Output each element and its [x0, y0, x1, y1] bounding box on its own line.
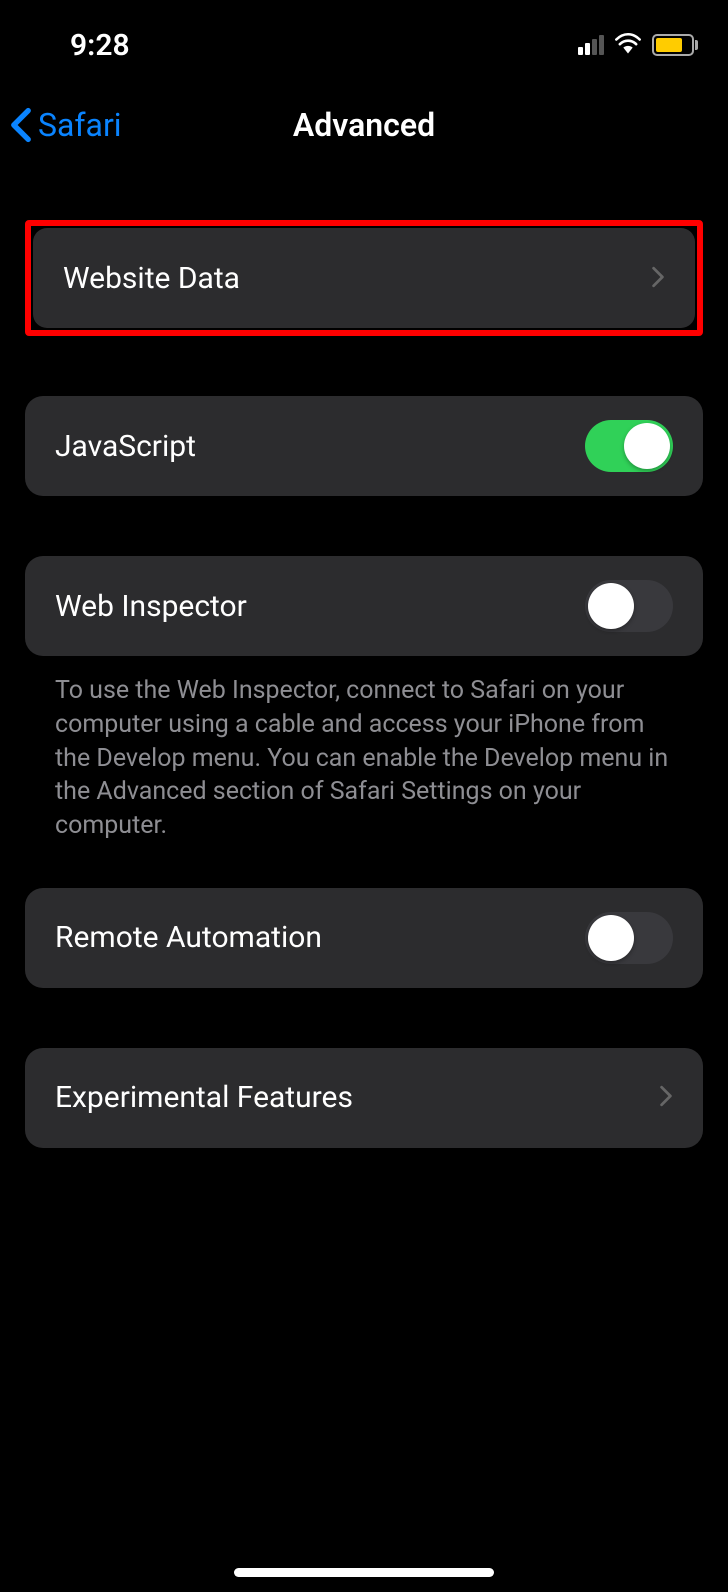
back-label: Safari — [38, 106, 122, 144]
javascript-label: JavaScript — [55, 429, 196, 464]
chevron-right-icon — [651, 262, 665, 295]
chevron-right-icon — [659, 1081, 673, 1114]
remote-automation-row[interactable]: Remote Automation — [25, 888, 703, 988]
wifi-icon — [614, 32, 642, 58]
status-icons — [578, 32, 698, 58]
web-inspector-toggle[interactable] — [585, 580, 673, 632]
web-inspector-row[interactable]: Web Inspector — [25, 556, 703, 656]
website-data-row[interactable]: Website Data — [33, 228, 695, 328]
remote-automation-label: Remote Automation — [55, 920, 322, 955]
javascript-toggle[interactable] — [585, 420, 673, 472]
highlight-annotation: Website Data — [25, 220, 703, 336]
website-data-label: Website Data — [63, 261, 240, 296]
experimental-features-label: Experimental Features — [55, 1080, 353, 1115]
experimental-features-row[interactable]: Experimental Features — [25, 1048, 703, 1148]
navigation-bar: Safari Advanced — [0, 90, 728, 160]
remote-automation-toggle[interactable] — [585, 912, 673, 964]
status-time: 9:28 — [70, 28, 130, 63]
status-bar: 9:28 — [0, 0, 728, 80]
back-button[interactable]: Safari — [10, 106, 122, 144]
cellular-signal-icon — [578, 35, 604, 55]
web-inspector-label: Web Inspector — [55, 589, 247, 624]
home-indicator[interactable] — [234, 1568, 494, 1577]
battery-icon — [652, 34, 698, 56]
javascript-row[interactable]: JavaScript — [25, 396, 703, 496]
chevron-left-icon — [10, 107, 32, 143]
web-inspector-footer: To use the Web Inspector, connect to Saf… — [25, 656, 703, 843]
